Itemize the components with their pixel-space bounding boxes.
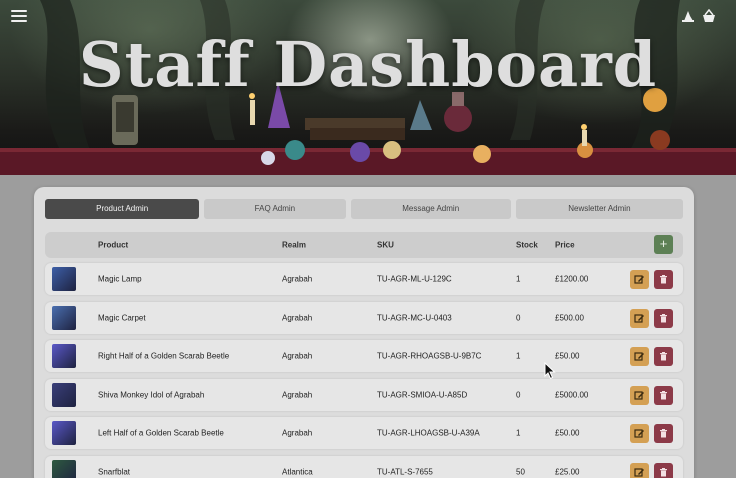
table-header-row: Product Realm SKU Stock Price + bbox=[45, 232, 683, 258]
table-row: Left Half of a Golden Scarab Beetle Agrab… bbox=[45, 417, 683, 449]
product-thumbnail bbox=[52, 421, 76, 445]
tab-newsletter-admin[interactable]: Newsletter Admin bbox=[515, 199, 683, 219]
wizard-hat-icon[interactable] bbox=[681, 9, 697, 25]
product-realm: Agrabah bbox=[282, 390, 313, 399]
product-stock: 0 bbox=[516, 390, 521, 399]
delete-product-button[interactable] bbox=[654, 385, 673, 405]
product-name: Right Half of a Golden Scarab Beetle bbox=[98, 351, 230, 361]
product-sku: TU-AGR-RHOAGSB-U-9B7C bbox=[377, 351, 482, 361]
product-sku: TU-ATL-S-7655 bbox=[377, 467, 433, 476]
delete-product-button[interactable] bbox=[654, 462, 673, 478]
product-name: Shiva Monkey Idol of Agrabah bbox=[98, 390, 205, 399]
delete-product-button[interactable] bbox=[654, 347, 673, 366]
product-realm: Agrabah bbox=[282, 274, 313, 284]
admin-panel: Product Admin FAQ Admin Message Admin Ne… bbox=[34, 187, 694, 478]
hamburger-menu-icon[interactable] bbox=[11, 10, 27, 24]
product-name: Magic Carpet bbox=[98, 313, 146, 322]
product-realm: Agrabah bbox=[282, 351, 313, 361]
edit-product-button[interactable] bbox=[630, 347, 649, 366]
edit-product-button[interactable] bbox=[630, 308, 649, 328]
product-sku: TU-AGR-ML-U-129C bbox=[377, 274, 452, 284]
product-table: Product Realm SKU Stock Price + Magic La… bbox=[45, 232, 683, 478]
product-realm: Agrabah bbox=[282, 428, 313, 438]
product-sku: TU-AGR-SMIOA-U-A85D bbox=[377, 390, 468, 399]
product-price: £50.00 bbox=[555, 351, 580, 361]
product-sku: TU-AGR-LHOAGSB-U-A39A bbox=[377, 428, 480, 438]
product-thumbnail bbox=[52, 459, 76, 478]
edit-product-button[interactable] bbox=[630, 462, 649, 478]
table-row: Shiva Monkey Idol of Agrabah Agrabah TU-AG… bbox=[45, 378, 683, 411]
product-thumbnail bbox=[52, 344, 76, 368]
edit-product-button[interactable] bbox=[630, 424, 649, 443]
column-header-realm: Realm bbox=[282, 240, 307, 250]
basket-icon[interactable] bbox=[702, 8, 718, 25]
product-name: Left Half of a Golden Scarab Beetle bbox=[98, 428, 224, 438]
column-header-price: Price bbox=[555, 240, 575, 250]
product-thumbnail bbox=[52, 305, 76, 330]
hero-banner: Staff Dashboard bbox=[0, 0, 736, 175]
product-stock: 1 bbox=[516, 351, 521, 361]
add-product-button[interactable]: + bbox=[654, 235, 673, 254]
product-stock: 0 bbox=[516, 313, 521, 322]
table-row: Magic Lamp Agrabah TU-AGR-ML-U-129C 1 £1200.… bbox=[45, 263, 683, 295]
edit-product-button[interactable] bbox=[630, 385, 649, 405]
product-realm: Agrabah bbox=[282, 313, 313, 322]
mouse-cursor-icon bbox=[544, 362, 556, 380]
delete-product-button[interactable] bbox=[654, 270, 673, 289]
product-price: £25.00 bbox=[555, 467, 580, 476]
product-stock: 50 bbox=[516, 467, 525, 476]
table-body: Magic Lamp Agrabah TU-AGR-ML-U-129C 1 £1200.… bbox=[45, 263, 683, 478]
column-header-product: Product bbox=[98, 240, 129, 250]
product-price: £500.00 bbox=[555, 313, 584, 322]
tab-message-admin[interactable]: Message Admin bbox=[350, 199, 511, 219]
admin-tabs: Product Admin FAQ Admin Message Admin Ne… bbox=[45, 199, 683, 219]
page-title: Staff Dashboard bbox=[78, 28, 658, 101]
tab-product-admin[interactable]: Product Admin bbox=[45, 199, 200, 219]
edit-product-button[interactable] bbox=[630, 270, 649, 289]
column-header-stock: Stock bbox=[516, 240, 538, 250]
table-row: Right Half of a Golden Scarab Beetle Agra… bbox=[45, 340, 683, 372]
product-sku: TU-AGR-MC-U-0403 bbox=[377, 313, 452, 322]
product-realm: Atlantica bbox=[282, 467, 313, 476]
table-row: Magic Carpet Agrabah TU-AGR-MC-U-0403 0 £500… bbox=[45, 301, 683, 334]
product-name: Snarfblat bbox=[98, 467, 131, 476]
product-price: £1200.00 bbox=[555, 274, 589, 284]
product-stock: 1 bbox=[516, 428, 521, 438]
table-row: Snarfblat Atlantica TU-ATL-S-7655 50 £25.00 bbox=[45, 455, 683, 478]
delete-product-button[interactable] bbox=[654, 424, 673, 443]
product-thumbnail bbox=[52, 267, 76, 291]
product-price: £5000.00 bbox=[555, 390, 589, 399]
column-header-sku: SKU bbox=[377, 240, 394, 250]
product-stock: 1 bbox=[516, 274, 521, 284]
delete-product-button[interactable] bbox=[654, 308, 673, 328]
product-price: £50.00 bbox=[555, 428, 580, 438]
tab-faq-admin[interactable]: FAQ Admin bbox=[204, 199, 346, 219]
product-name: Magic Lamp bbox=[98, 274, 142, 284]
product-thumbnail bbox=[52, 382, 76, 407]
